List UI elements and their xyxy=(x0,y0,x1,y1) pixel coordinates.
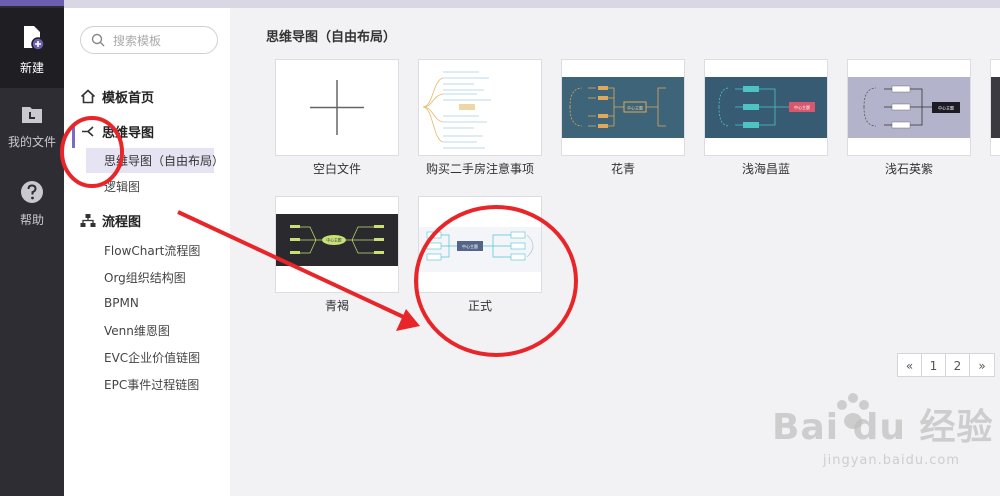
mindmap-icon xyxy=(82,126,94,137)
template-name: 浅石英紫 xyxy=(884,162,933,176)
app-rail: 新建 我的文件 帮助 xyxy=(0,0,64,496)
template-name: 购买二手房注意事项 xyxy=(425,162,534,176)
home-icon xyxy=(80,89,96,104)
new-file-icon xyxy=(24,26,45,51)
template-thumbnail: 中心主题 xyxy=(705,60,827,155)
template-name: 青褐 xyxy=(324,299,349,313)
watermark-url: jingyan.baidu.com xyxy=(823,453,960,468)
pager-next-button[interactable]: » xyxy=(969,353,995,377)
template-card-blank[interactable] xyxy=(275,59,399,156)
rail-help-button[interactable]: 帮助 xyxy=(0,178,64,238)
nav-mindmap[interactable]: 思维导图 xyxy=(80,122,154,141)
nav-template-home-label: 模板首页 xyxy=(102,91,155,106)
active-section-marker xyxy=(72,124,75,148)
thumbnail-center-label: 中心主题 xyxy=(627,105,643,111)
nav-bpmn-item[interactable]: BPMN xyxy=(104,296,139,310)
nav-evc-item[interactable]: EVC企业价值链图 xyxy=(104,349,200,366)
org-chart-icon xyxy=(80,214,96,227)
rail-new-button[interactable]: 新建 xyxy=(0,8,64,88)
plus-icon xyxy=(310,80,364,135)
thumbnail-center-label: 中心主题 xyxy=(794,104,810,110)
template-name: 空白文件 xyxy=(312,162,361,176)
pager-prev-button[interactable]: « xyxy=(897,353,922,377)
thumbnail-center-label: 中心主题 xyxy=(326,238,341,243)
pager-page-2[interactable]: 2 xyxy=(945,353,970,377)
nav-epc-item[interactable]: EPC事件过程链图 xyxy=(104,376,199,393)
template-thumbnail: 中心主题 xyxy=(276,197,398,292)
section-title: 思维导图（自由布局） xyxy=(266,30,397,45)
search-input[interactable] xyxy=(111,31,215,51)
search-icon xyxy=(91,33,105,47)
pager-page-1[interactable]: 1 xyxy=(921,353,946,377)
template-card-huaqing[interactable]: 中心主题 xyxy=(561,59,685,156)
nav-flowchart-label: 流程图 xyxy=(102,215,142,230)
template-card-qinghe[interactable]: 中心主题 xyxy=(275,196,399,293)
template-name: 花青 xyxy=(610,162,635,176)
help-icon xyxy=(21,181,43,203)
rail-my-files-button[interactable]: 我的文件 xyxy=(0,100,64,160)
template-thumbnail: 中心主题 xyxy=(848,60,970,155)
nav-venn-item[interactable]: Venn维恩图 xyxy=(104,322,170,339)
watermark-brand: Bai du 经验 xyxy=(772,407,994,448)
template-card-partial[interactable] xyxy=(990,59,1000,156)
nav-template-home[interactable]: 模板首页 xyxy=(80,87,154,106)
nav-mindmap-label: 思维导图 xyxy=(102,126,155,141)
nav-org-chart-item[interactable]: Org组织结构图 xyxy=(104,269,186,286)
template-name: 浅海昌蓝 xyxy=(741,162,790,176)
template-thumbnail xyxy=(991,60,1000,155)
thumbnail-center-label: 中心主题 xyxy=(462,243,478,249)
rail-accent-strip xyxy=(0,0,64,6)
rail-new-label: 新建 xyxy=(19,61,44,75)
nav-flowchart-item[interactable]: FlowChart流程图 xyxy=(104,242,200,259)
template-thumbnail: 中心主题 xyxy=(562,60,684,155)
template-thumbnail xyxy=(419,60,541,155)
template-sidebar: 模板首页 思维导图 思维导图（自由布局） 逻辑图 流程图 FlowChart流程… xyxy=(64,8,231,496)
template-card-second-hand-house[interactable] xyxy=(418,59,542,156)
nav-flowchart[interactable]: 流程图 xyxy=(80,211,141,230)
template-card-zhengshi[interactable]: 中心主题 xyxy=(418,196,542,293)
template-search[interactable] xyxy=(80,26,218,54)
nav-logic-chart[interactable]: 逻辑图 xyxy=(104,178,140,195)
top-bar xyxy=(64,0,1000,8)
template-card-qianshi[interactable]: 中心主题 xyxy=(847,59,971,156)
rail-help-label: 帮助 xyxy=(19,213,44,227)
template-name: 正式 xyxy=(467,299,492,313)
thumbnail-center-label: 中心主题 xyxy=(938,105,954,111)
rail-my-files-label: 我的文件 xyxy=(7,135,56,149)
folder-icon xyxy=(22,107,42,123)
template-card-qianhai[interactable]: 中心主题 xyxy=(704,59,828,156)
nav-mindmap-free-layout[interactable]: 思维导图（自由布局） xyxy=(86,148,224,173)
template-thumbnail: 中心主题 xyxy=(419,197,541,292)
